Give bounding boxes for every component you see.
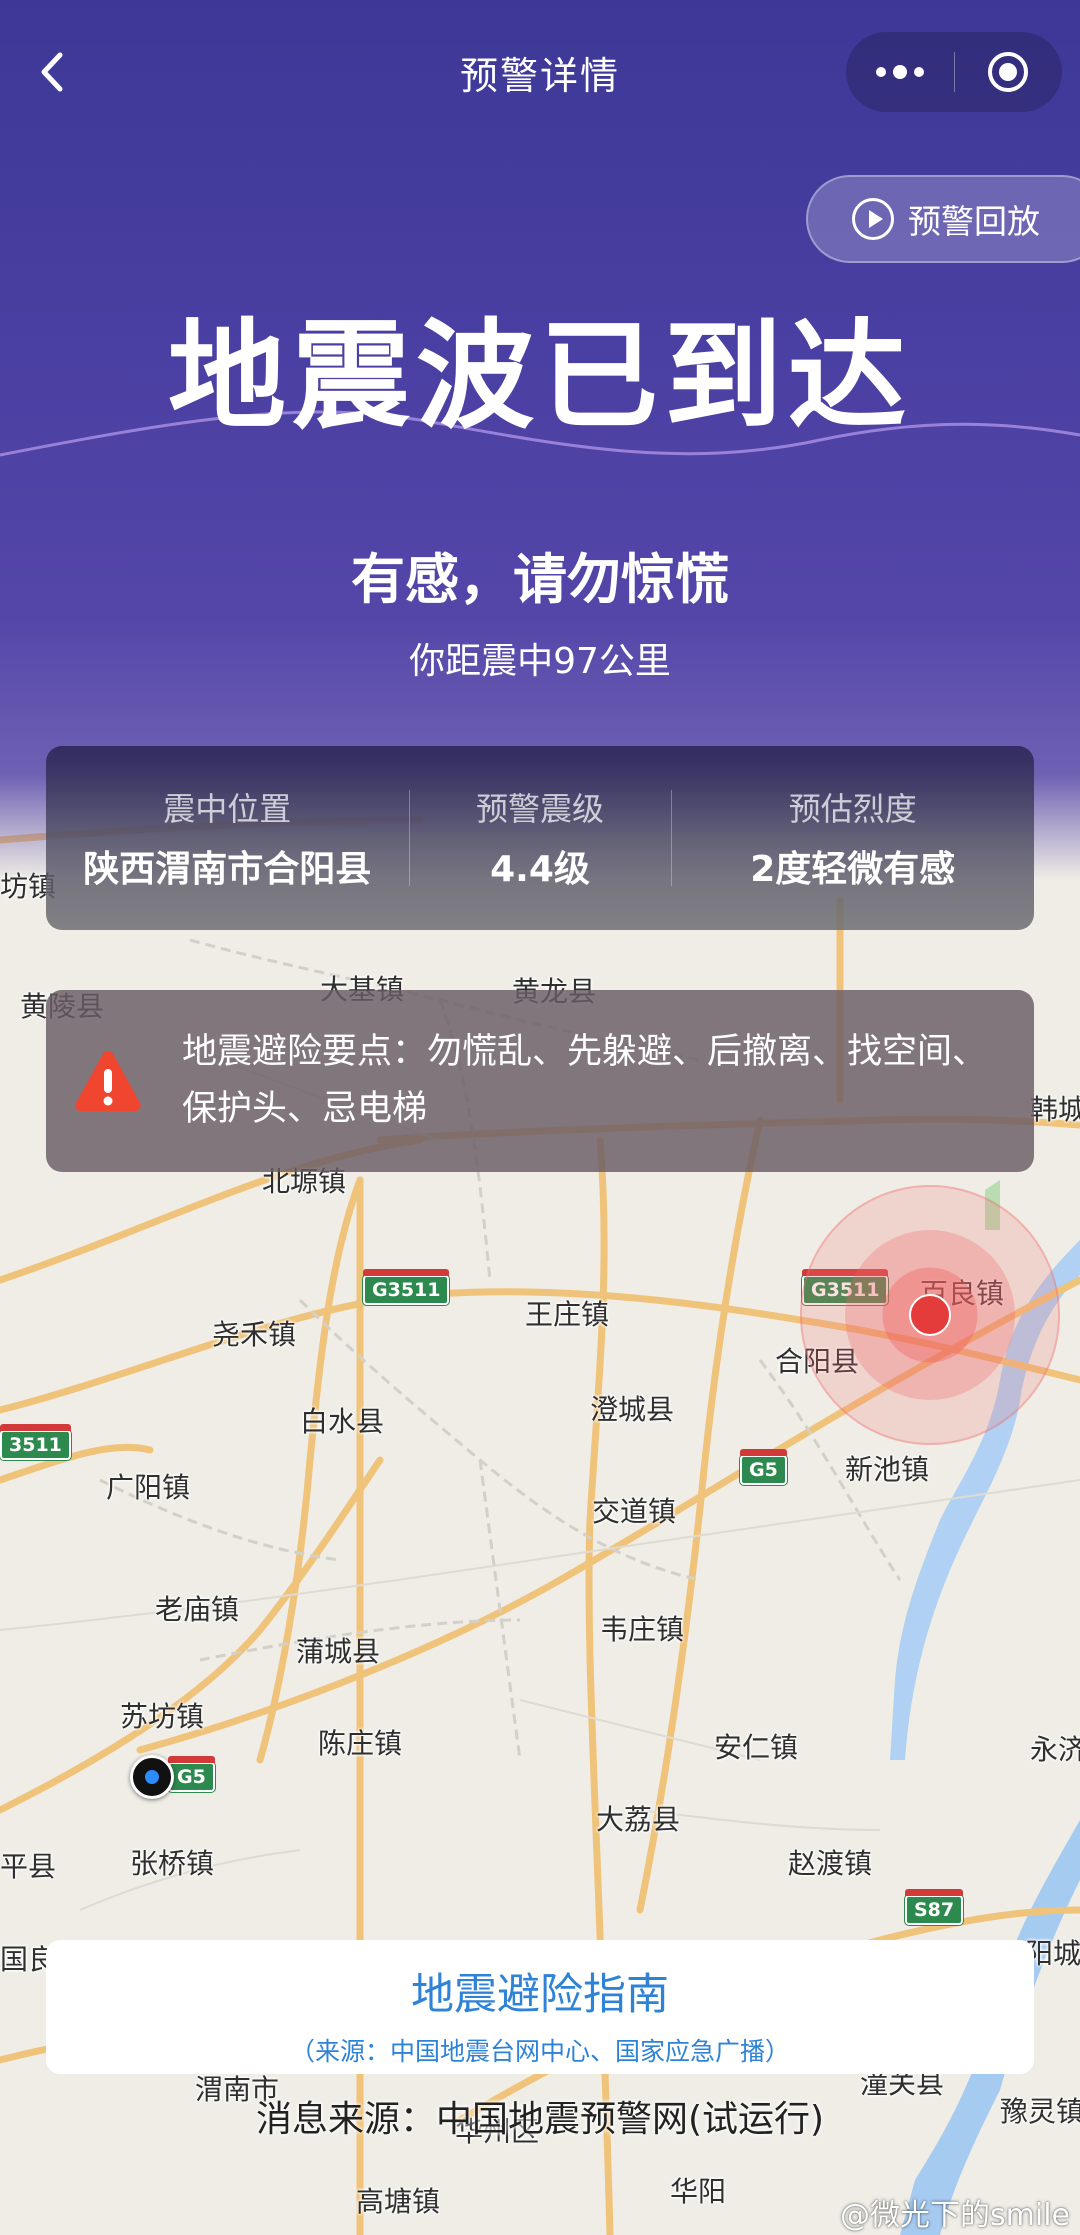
highway-shield: 3511 xyxy=(0,1424,71,1460)
place-label: 赵渡镇 xyxy=(788,1847,873,1880)
evacuation-guide-button[interactable]: 地震避险指南 （来源：中国地震台网中心、国家应急广播） xyxy=(46,1940,1034,2074)
magnitude-label: 预警震级 xyxy=(475,790,604,828)
place-label: 陈庄镇 xyxy=(318,1727,403,1760)
place-label: 新池镇 xyxy=(845,1453,930,1486)
place-label: 大荔县 xyxy=(596,1803,681,1836)
magnitude-value: 4.4级 xyxy=(490,849,590,890)
user-location-marker[interactable] xyxy=(130,1755,174,1799)
place-label: 老庙镇 xyxy=(155,1593,240,1626)
place-label: 平县 xyxy=(0,1850,57,1883)
alert-replay-button[interactable]: 预警回放 xyxy=(806,175,1080,263)
highway-shield: S87 xyxy=(905,1889,964,1925)
more-button[interactable] xyxy=(846,32,954,112)
intensity-label: 预估烈度 xyxy=(788,790,917,828)
intensity-info: 预估烈度 2度轻微有感 xyxy=(672,784,1035,892)
place-label: 永济 xyxy=(1030,1733,1080,1766)
message-source: 消息来源：中国地震预警网(试运行) xyxy=(255,2099,825,2140)
replay-label: 预警回放 xyxy=(908,202,1040,241)
guide-source: （来源：中国地震台网中心、国家应急广播） xyxy=(289,2037,790,2066)
warning-triangle-icon xyxy=(75,1051,141,1111)
epicenter-dot xyxy=(909,1294,951,1336)
close-mini-program-button[interactable] xyxy=(955,32,1063,112)
epicenter-label: 震中位置 xyxy=(163,790,292,828)
place-label: 高塘镇 xyxy=(356,2185,441,2218)
mini-program-capsule xyxy=(846,32,1062,112)
place-label: 澄城县 xyxy=(590,1393,675,1426)
place-label: 华阳 xyxy=(670,2175,727,2208)
place-label: 张桥镇 xyxy=(130,1847,215,1880)
intensity-value: 2度轻微有感 xyxy=(750,849,956,890)
quake-info-card: 震中位置 陕西渭南市合阳县 预警震级 4.4级 预估烈度 2度轻微有感 xyxy=(46,746,1034,930)
place-label: 韩城 xyxy=(1030,1093,1080,1126)
place-label: 王庄镇 xyxy=(525,1298,610,1331)
place-label: 交道镇 xyxy=(592,1495,677,1528)
highway-shield: G3511 xyxy=(363,1269,450,1305)
magnitude-info: 预警震级 4.4级 xyxy=(410,784,671,892)
alert-headline: 地震波已到达 xyxy=(167,307,912,445)
place-label: 尧禾镇 xyxy=(212,1318,297,1351)
highway-shield: G5 xyxy=(740,1449,787,1485)
more-dots-icon xyxy=(875,67,886,77)
place-label: 蒲城县 xyxy=(296,1635,381,1668)
alert-subline: 有感，请勿惊慌 xyxy=(351,548,729,611)
play-circle-icon xyxy=(852,198,894,240)
place-label: 韦庄镇 xyxy=(600,1613,685,1646)
epicenter-distance: 你距震中97公里 xyxy=(409,641,671,682)
epicenter-info: 震中位置 陕西渭南市合阳县 xyxy=(46,784,409,892)
guide-title: 地震避险指南 xyxy=(411,1970,669,2020)
place-label: 安仁镇 xyxy=(714,1731,799,1764)
watermark: @微光下的smile xyxy=(840,2198,1070,2233)
safety-tips-card: 地震避险要点：勿慌乱、先躲避、后撤离、找空间、保护头、忌电梯 xyxy=(46,990,1034,1172)
safety-tips-text: 地震避险要点：勿慌乱、先躲避、后撤离、找空间、保护头、忌电梯 xyxy=(182,1032,988,1129)
highway-shield: G5 xyxy=(168,1756,215,1792)
epicenter-value: 陕西渭南市合阳县 xyxy=(83,849,372,890)
place-label: 白水县 xyxy=(300,1405,385,1438)
place-label: 广阳镇 xyxy=(106,1471,191,1504)
place-label: 苏坊镇 xyxy=(120,1700,205,1733)
target-circle-icon xyxy=(988,52,1029,92)
